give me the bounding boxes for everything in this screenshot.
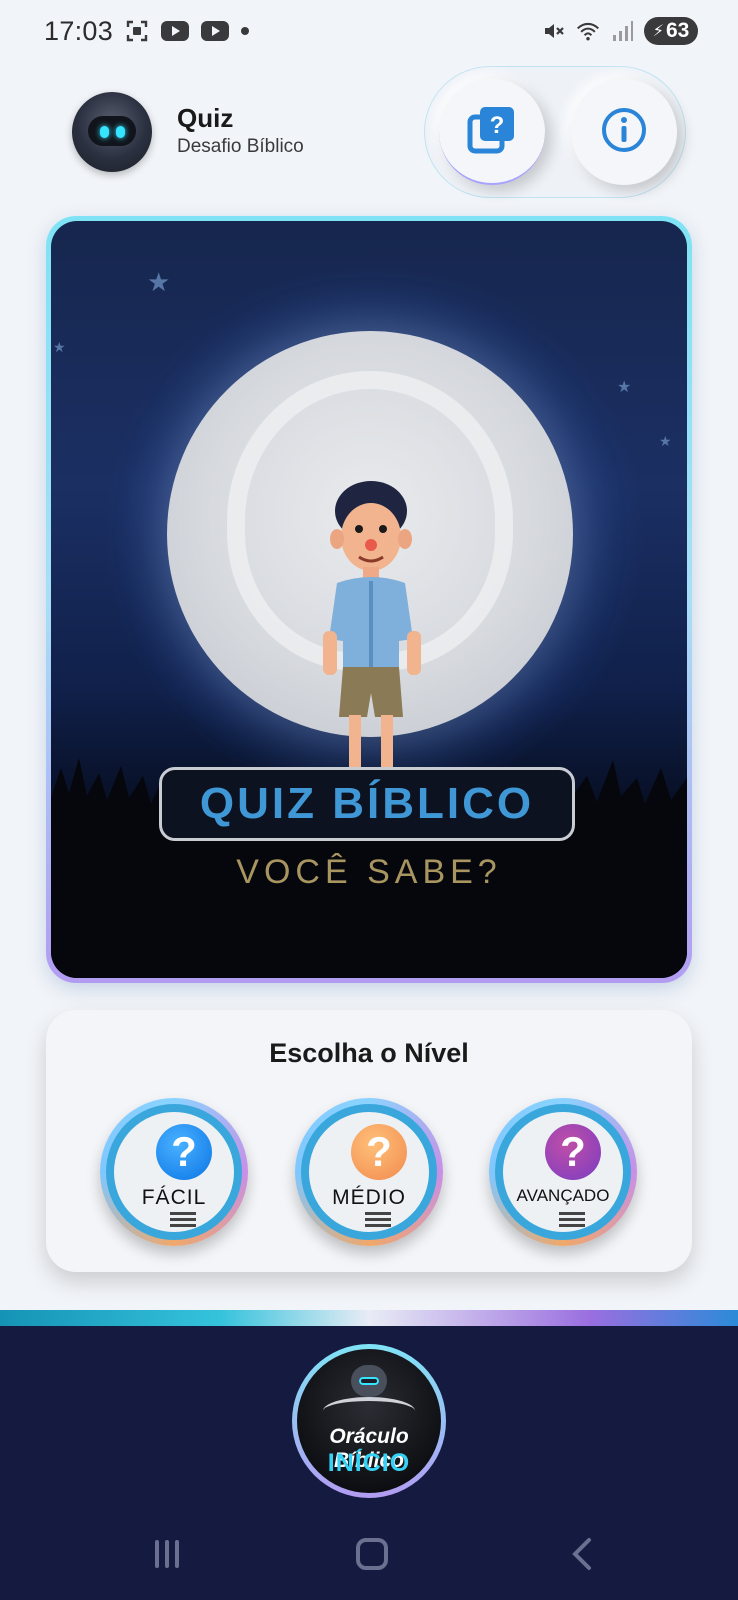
battery-level: 63 (665, 19, 690, 42)
bottom-nav: Oráculo Bíblico INÍCIO (0, 1326, 738, 1600)
level-advanced-label: AVANÇADO (516, 1186, 610, 1205)
question-icon: ? (351, 1124, 407, 1180)
home-icon[interactable] (354, 1534, 390, 1574)
book-icon (323, 1397, 415, 1425)
battery-charging-icon: ⚡ 63 (644, 17, 698, 45)
level-easy-face: ? FÁCIL (106, 1104, 242, 1240)
svg-text:?: ? (490, 112, 505, 139)
star-icon: ★ (659, 433, 672, 449)
hero-image: ★ ★ ★ ★ QUIZ BÍBLICO VOCÊ SABE? (51, 221, 687, 978)
robot-eye (100, 126, 109, 138)
level-advanced-face: ? AVANÇADO (495, 1104, 631, 1240)
robot-visor (88, 116, 136, 146)
quiz-title-text: QUIZ BÍBLICO (199, 779, 535, 828)
level-medium-label: MÉDIO (332, 1186, 406, 1209)
status-bar: 17:03 ⚡ 63 (0, 0, 738, 62)
star-icon: ★ (617, 379, 632, 396)
status-left: 17:03 (44, 15, 250, 47)
robot-eye (116, 126, 125, 138)
home-button-face: Oráculo Bíblico INÍCIO (297, 1349, 441, 1493)
screenshot-icon (125, 19, 149, 43)
level-easy-label: FÁCIL (141, 1186, 207, 1209)
home-oraculo-button[interactable]: Oráculo Bíblico INÍCIO (292, 1344, 446, 1498)
wifi-icon (576, 19, 600, 43)
back-icon[interactable] (566, 1534, 596, 1574)
info-icon (600, 106, 648, 159)
level-medium-face: ? MÉDIO (301, 1104, 437, 1240)
question-icon: ? (156, 1124, 212, 1180)
notification-dot-icon (241, 27, 250, 35)
menu-lines-icon (559, 1212, 585, 1230)
boy-illustration (323, 481, 421, 801)
hero-card: ★ ★ ★ ★ QUIZ BÍBLICO VOCÊ SABE? (46, 216, 692, 983)
star-icon: ★ (53, 339, 66, 355)
recent-apps-icon[interactable] (150, 1534, 184, 1574)
app-header: Quiz Desafio Bíblico ? (66, 66, 686, 208)
page-title: Quiz (177, 103, 234, 133)
quiz-icon: ? (466, 103, 518, 160)
robot-avatar (72, 92, 152, 172)
header-actions: ? (424, 66, 686, 198)
level-easy-button[interactable]: ? FÁCIL (100, 1098, 248, 1246)
page-subtitle: Desafio Bíblico (177, 136, 304, 157)
star-icon: ★ (147, 267, 171, 297)
level-heading: Escolha o Nível (269, 1038, 469, 1068)
home-button-label: INÍCIO (327, 1449, 411, 1477)
status-right: ⚡ 63 (542, 17, 698, 45)
mute-icon (542, 19, 566, 43)
level-medium-button[interactable]: ? MÉDIO (295, 1098, 443, 1246)
signal-icon (610, 19, 634, 43)
level-advanced-button[interactable]: ? AVANÇADO (489, 1098, 637, 1246)
status-time: 17:03 (44, 15, 114, 46)
menu-lines-icon (365, 1212, 391, 1230)
system-nav-bar (0, 1506, 738, 1596)
charging-bolt-icon: ⚡ (652, 23, 664, 40)
robot-icon (351, 1365, 387, 1397)
info-button[interactable] (571, 79, 677, 185)
question-icon: ? (545, 1124, 601, 1180)
quiz-button[interactable]: ? (439, 79, 545, 185)
quiz-subtitle-text: VOCÊ SABE? (236, 853, 502, 891)
youtube-icon (201, 21, 230, 41)
menu-lines-icon (170, 1212, 196, 1230)
youtube-icon (161, 21, 190, 41)
quiz-title-banner: QUIZ BÍBLICO (159, 767, 575, 841)
level-selection-card: Escolha o Nível ? FÁCIL ? MÉDIO ? AVANÇA… (46, 1010, 692, 1272)
